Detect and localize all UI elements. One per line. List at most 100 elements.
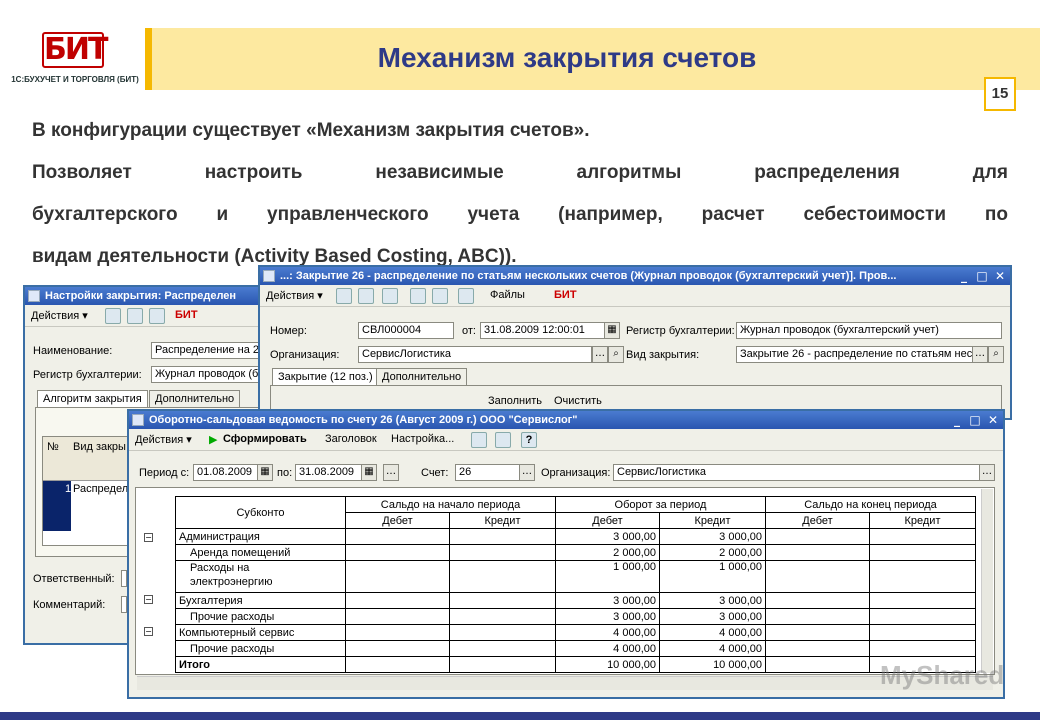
minimize-icon[interactable]: _ xyxy=(956,268,972,284)
export-icon[interactable] xyxy=(495,432,511,448)
vertical-scrollbar[interactable] xyxy=(981,489,993,673)
refresh-icon[interactable] xyxy=(358,288,374,304)
period-to-label: по: xyxy=(277,467,293,479)
help-icon[interactable]: ? xyxy=(521,432,537,448)
copy-icon[interactable] xyxy=(382,288,398,304)
date-field[interactable]: 31.08.2009 12:00:01 xyxy=(480,322,606,339)
turnover-debit: 1 000,00 xyxy=(555,560,660,593)
clear-button[interactable]: Очистить xyxy=(554,395,602,407)
tab-additional[interactable]: Дополнительно xyxy=(149,390,241,407)
col-type: Вид закры xyxy=(73,441,126,453)
fill-button[interactable]: Заполнить xyxy=(488,395,542,407)
turnover-credit: 4 000,00 xyxy=(659,624,766,641)
row-name: Расходы на xyxy=(190,562,250,574)
actions-menu[interactable]: Действия ▾ xyxy=(31,309,88,322)
report-titlebar[interactable]: Оборотно-сальдовая ведомость по счету 26… xyxy=(129,411,1003,429)
print-icon[interactable] xyxy=(471,432,487,448)
period-select-button[interactable]: … xyxy=(383,464,399,481)
row-name: Аренда помещений xyxy=(175,544,346,561)
select-button[interactable]: … xyxy=(979,464,995,481)
turnover-credit: 3 000,00 xyxy=(659,608,766,625)
collapse-icon[interactable]: − xyxy=(144,627,153,636)
type-field[interactable]: Закрытие 26 - распределение по статьям н… xyxy=(736,346,974,363)
search-icon[interactable]: ⌕ xyxy=(608,346,624,363)
maximize-icon[interactable]: □ xyxy=(967,412,983,428)
table-row[interactable]: Администрация 3 000,00 3 000,00 xyxy=(175,528,976,545)
turnover-credit: 4 000,00 xyxy=(659,640,766,657)
report-title: Оборотно-сальдовая ведомость по счету 26… xyxy=(149,414,578,426)
window-icon xyxy=(132,414,144,426)
bottom-bar xyxy=(0,712,1040,720)
actions-menu[interactable]: Действия ▾ xyxy=(266,289,323,302)
settings-titlebar[interactable]: Настройки закрытия: Распределен xyxy=(25,287,261,305)
actions-menu[interactable]: Действия ▾ xyxy=(135,433,192,446)
horizontal-scrollbar[interactable] xyxy=(137,676,993,690)
row-name: Бухгалтерия xyxy=(175,592,346,609)
tab-closing[interactable]: Закрытие (12 поз.) xyxy=(272,368,379,385)
minimize-icon[interactable]: _ xyxy=(949,412,965,428)
generate-button[interactable]: Сформировать xyxy=(223,433,307,445)
table-row[interactable]: Бухгалтерия 3 000,00 3 000,00 xyxy=(175,592,976,609)
calendar-icon[interactable]: ▦ xyxy=(604,322,620,339)
table-row[interactable]: Аренда помещений 2 000,00 2 000,00 xyxy=(175,544,976,561)
table-row[interactable]: Компьютерный сервис 4 000,00 4 000,00 xyxy=(175,624,976,641)
back-icon[interactable] xyxy=(105,308,121,324)
dt-kt-icon[interactable] xyxy=(458,288,474,304)
closing-titlebar[interactable]: ...: Закрытие 26 - распределение по стат… xyxy=(260,267,1010,285)
paragraph-1: В конфигурации существует «Механизм закр… xyxy=(32,120,590,141)
print-icon[interactable] xyxy=(432,288,448,304)
collapse-icon[interactable]: − xyxy=(144,595,153,604)
tab-algorithm[interactable]: Алгоритм закрытия xyxy=(37,390,148,407)
table-row[interactable]: Прочие расходы 3 000,00 3 000,00 xyxy=(175,608,976,625)
header-start-balance: Сальдо на начало периода xyxy=(345,496,556,513)
org-field[interactable]: СервисЛогистика xyxy=(358,346,592,363)
turnover-debit: 3 000,00 xyxy=(555,592,660,609)
select-button[interactable]: … xyxy=(972,346,988,363)
closing-window: ...: Закрытие 26 - распределение по стат… xyxy=(258,265,1012,420)
register-field[interactable]: Журнал проводок (бухгалтерский учет) xyxy=(736,322,1002,339)
search-icon[interactable]: ⌕ xyxy=(988,346,1004,363)
calendar-icon[interactable]: ▦ xyxy=(257,464,273,481)
account-field[interactable]: 26 xyxy=(455,464,521,481)
closing-title: ...: Закрытие 26 - распределение по стат… xyxy=(280,270,897,282)
maximize-icon[interactable]: □ xyxy=(974,268,990,284)
org-label: Организация: xyxy=(541,467,611,479)
close-icon[interactable]: ✕ xyxy=(985,412,1001,428)
table-row[interactable]: Расходы на электроэнергию 1 000,00 1 000,… xyxy=(175,560,976,593)
table-row[interactable]: Прочие расходы 4 000,00 4 000,00 xyxy=(175,640,976,657)
refresh-icon[interactable] xyxy=(127,308,143,324)
settings-button[interactable]: Настройка... xyxy=(391,433,454,445)
paragraph-2-line-1: Позволяет настроить независимые алгоритм… xyxy=(32,162,1008,183)
period-to-field[interactable]: 31.08.2009 xyxy=(295,464,363,481)
select-button[interactable]: … xyxy=(592,346,608,363)
tab-additional[interactable]: Дополнительно xyxy=(376,368,468,385)
total-row[interactable]: Итого 10 000,00 10 000,00 xyxy=(175,656,976,673)
play-icon[interactable]: ▶ xyxy=(209,433,217,446)
number-field[interactable]: СВЛ000004 xyxy=(358,322,454,339)
post-icon[interactable] xyxy=(410,288,426,304)
name-field[interactable]: Распределение на 2 xyxy=(151,342,261,359)
select-button[interactable]: … xyxy=(519,464,535,481)
close-icon[interactable]: ✕ xyxy=(992,268,1008,284)
header-debit: Дебет xyxy=(555,512,660,529)
back-icon[interactable] xyxy=(336,288,352,304)
header-button[interactable]: Заголовок xyxy=(325,433,377,445)
org-label: Организация: xyxy=(270,349,340,361)
col-number: № xyxy=(47,441,59,453)
register-field[interactable]: Журнал проводок (б xyxy=(151,366,261,383)
bit-icon[interactable]: БИТ xyxy=(175,309,198,321)
files-button[interactable]: Файлы xyxy=(490,289,525,301)
row-value[interactable]: Распредел xyxy=(73,483,128,495)
row-name: Прочие расходы xyxy=(175,608,346,625)
header-credit: Кредит xyxy=(659,512,766,529)
header-subconto: Субконто xyxy=(175,496,346,529)
bit-icon[interactable]: БИТ xyxy=(554,289,577,301)
copy-icon[interactable] xyxy=(149,308,165,324)
name-label: Наименование: xyxy=(33,345,113,357)
calendar-icon[interactable]: ▦ xyxy=(361,464,377,481)
period-from-field[interactable]: 01.08.2009 xyxy=(193,464,259,481)
account-label: Счет: xyxy=(421,467,449,479)
collapse-icon[interactable]: − xyxy=(144,533,153,542)
org-field[interactable]: СервисЛогистика xyxy=(613,464,981,481)
turnover-credit: 3 000,00 xyxy=(659,528,766,545)
